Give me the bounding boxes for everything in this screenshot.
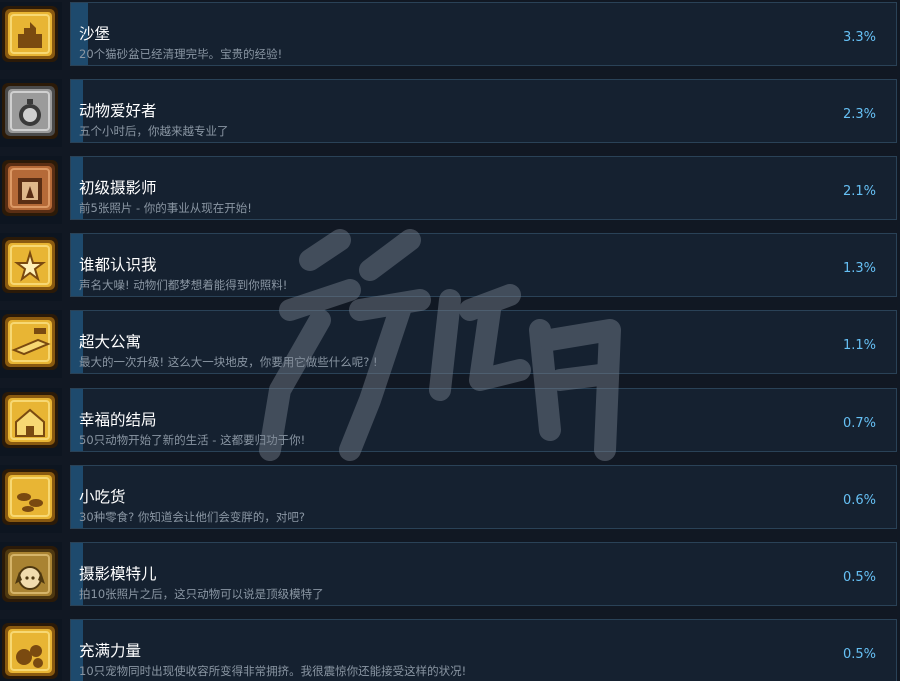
unlock-percent: 0.6% [842,493,876,508]
achievement-row[interactable]: 超大公寓 最大的一次升级! 这么大一块地皮，你要用它做些什么呢? ! 1.1% [0,310,900,378]
unlock-percent: 0.5% [842,570,876,585]
achievement-panel: 超大公寓 最大的一次升级! 这么大一块地皮，你要用它做些什么呢? ! 1.1% [70,310,897,374]
achievement-description: 五个小时后，你越来越专业了 [79,124,229,138]
achievement-title: 幸福的结局 [79,411,157,429]
achievement-panel: 动物爱好者 五个小时后，你越来越专业了 2.3% [70,79,897,143]
achievement-description: 50只动物开始了新的生活 - 这都要归功于你! [79,433,306,447]
achievement-row[interactable]: 初级摄影师 前5张照片 - 你的事业从现在开始! 2.1% [0,156,900,224]
floor-plate-icon [2,314,58,370]
achievement-panel: 谁都认识我 声名大噪! 动物们都梦想着能得到你照料! 1.3% [70,233,897,297]
achievement-description: 20个猫砂盆已经清理完毕。宝贵的经验! [79,47,283,61]
unlock-percent: 3.3% [842,30,876,45]
achievement-title: 沙堡 [79,25,111,43]
achievement-icon-frame [0,79,62,147]
stopwatch-icon [2,83,58,139]
achievement-description: 10只宠物同时出现使收容所变得非常拥挤。我很震惊你还能接受这样的状况! [79,664,467,678]
achievement-icon-frame [0,310,62,378]
achievement-title: 超大公寓 [79,333,142,351]
achievement-description: 拍10张照片之后，这只动物可以说是顶级模特了 [79,587,324,601]
achievement-description: 声名大噪! 动物们都梦想着能得到你照料! [79,278,288,292]
achievement-row[interactable]: 小吃货 30种零食? 你知道会让他们会变胖的，对吧? 0.6% [0,465,900,533]
shooting-star-icon [2,237,58,293]
achievement-panel: 沙堡 20个猫砂盆已经清理完毕。宝贵的经验! 3.3% [70,2,897,66]
achievement-description: 30种零食? 你知道会让他们会变胖的，对吧? [79,510,305,524]
achievement-icon-frame [0,2,62,70]
achievement-row[interactable]: 摄影模特儿 拍10张照片之后，这只动物可以说是顶级模特了 0.5% [0,542,900,610]
house-icon [2,392,58,448]
dog-face-icon [2,546,58,602]
achievement-title: 充满力量 [79,642,142,660]
achievement-row[interactable]: 幸福的结局 50只动物开始了新的生活 - 这都要归功于你! 0.7% [0,388,900,456]
snacks-icon [2,469,58,525]
unlock-percent: 0.5% [842,647,876,662]
achievement-icon-frame [0,619,62,681]
achievement-row[interactable]: 谁都认识我 声名大噪! 动物们都梦想着能得到你照料! 1.3% [0,233,900,301]
pets-group-icon [2,623,58,679]
achievement-panel: 小吃货 30种零食? 你知道会让他们会变胖的，对吧? 0.6% [70,465,897,529]
achievement-icon-frame [0,156,62,224]
unlock-percent: 0.7% [842,416,876,431]
sandcastle-icon [2,6,58,62]
achievement-panel: 充满力量 10只宠物同时出现使收容所变得非常拥挤。我很震惊你还能接受这样的状况!… [70,619,897,681]
achievement-description: 最大的一次升级! 这么大一块地皮，你要用它做些什么呢? ! [79,355,378,369]
achievement-row[interactable]: 沙堡 20个猫砂盆已经清理完毕。宝贵的经验! 3.3% [0,2,900,70]
unlock-percent: 2.3% [842,107,876,122]
achievement-list: 沙堡 20个猫砂盆已经清理完毕。宝贵的经验! 3.3% 动物爱好者 五个小时后，… [0,0,900,681]
achievement-panel: 摄影模特儿 拍10张照片之后，这只动物可以说是顶级模特了 0.5% [70,542,897,606]
achievement-title: 小吃货 [79,488,126,506]
achievement-icon-frame [0,542,62,610]
achievement-title: 动物爱好者 [79,102,157,120]
achievement-panel: 幸福的结局 50只动物开始了新的生活 - 这都要归功于你! 0.7% [70,388,897,452]
achievement-panel: 初级摄影师 前5张照片 - 你的事业从现在开始! 2.1% [70,156,897,220]
achievement-title: 摄影模特儿 [79,565,157,583]
achievement-icon-frame [0,388,62,456]
unlock-percent: 2.1% [842,184,876,199]
photo-frame-icon [2,160,58,216]
unlock-percent: 1.3% [842,261,876,276]
achievement-title: 谁都认识我 [79,256,157,274]
achievement-row[interactable]: 充满力量 10只宠物同时出现使收容所变得非常拥挤。我很震惊你还能接受这样的状况!… [0,619,900,681]
achievement-title: 初级摄影师 [79,179,157,197]
achievement-icon-frame [0,465,62,533]
achievement-row[interactable]: 动物爱好者 五个小时后，你越来越专业了 2.3% [0,79,900,147]
achievement-description: 前5张照片 - 你的事业从现在开始! [79,201,252,215]
achievement-icon-frame [0,233,62,301]
unlock-percent: 1.1% [842,338,876,353]
